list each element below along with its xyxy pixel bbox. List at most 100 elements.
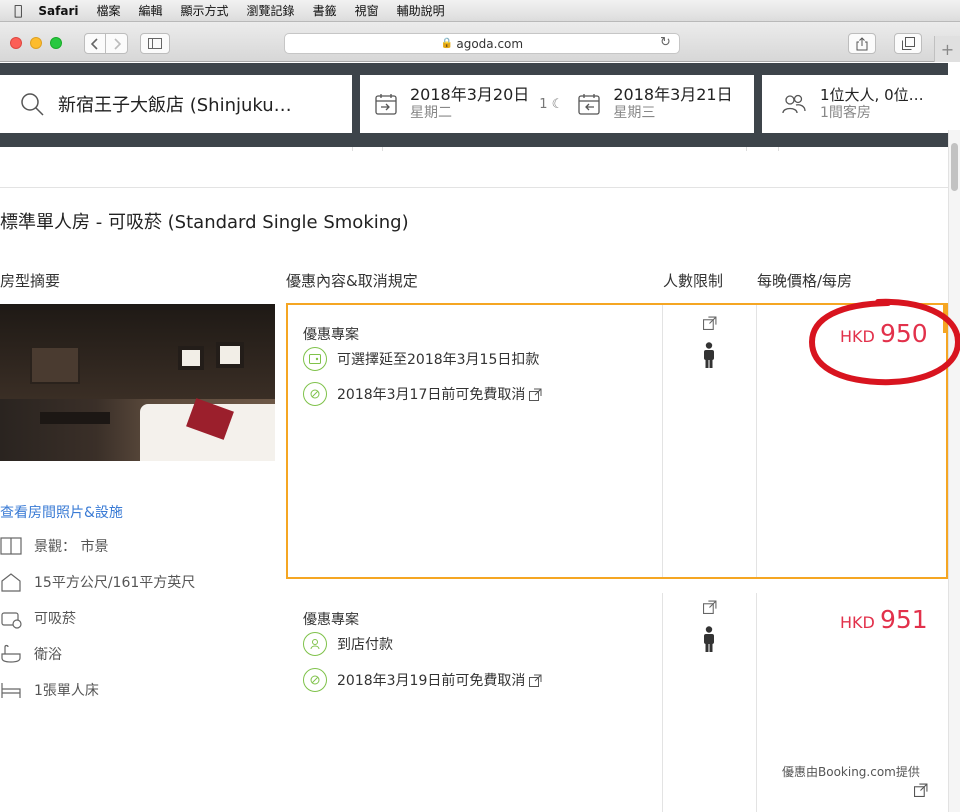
amenity-view-label: 景觀： 市景: [34, 539, 109, 555]
checkout-day: 星期三: [613, 105, 656, 121]
guests-icon: [782, 94, 806, 114]
section-divider: [0, 187, 948, 188]
offer-2-title: 優惠專案: [303, 612, 359, 628]
annotation-circle: [808, 298, 960, 386]
back-button[interactable]: [84, 33, 106, 54]
amenity-size-label: 15平方公尺/161平方英尺: [34, 575, 196, 591]
offer-2-payment: 到店付款: [303, 632, 393, 656]
scrollbar-track[interactable]: [948, 130, 960, 812]
pay-at-hotel-icon: [303, 632, 327, 656]
close-window-button[interactable]: [10, 37, 22, 49]
smoking-icon: [1, 612, 22, 629]
show-tabs-button[interactable]: [894, 33, 922, 54]
reload-icon[interactable]: ↻: [660, 35, 671, 50]
offer-2-amount: 951: [879, 605, 928, 634]
sidebar-button[interactable]: [140, 33, 170, 54]
bed-icon: [1, 683, 21, 698]
guests-field[interactable]: 1位大人, 0位… 1間客房: [762, 75, 948, 133]
rooms-count: 1間客房: [820, 105, 871, 121]
column-divider: [756, 305, 757, 577]
column-room-summary: 房型摘要: [0, 272, 61, 290]
share-icon: [856, 36, 868, 50]
checkout-field[interactable]: 2018年3月21日 星期三: [577, 85, 733, 122]
tabs-icon: [901, 37, 915, 50]
chevron-right-icon: [113, 37, 121, 50]
free-cancel-icon: [303, 382, 327, 406]
menu-window[interactable]: 視窗: [355, 2, 379, 19]
plus-icon: +: [940, 39, 955, 59]
checkin-calendar-icon: [375, 94, 397, 115]
divider: [746, 147, 747, 151]
amenity-view: 景觀： 市景: [0, 535, 108, 557]
nights-count: 1 ☾: [539, 96, 564, 112]
menu-safari[interactable]: Safari: [38, 4, 78, 18]
photo-window: [30, 346, 80, 384]
search-icon: [21, 93, 44, 116]
photo-frame: [216, 342, 244, 368]
amenity-size: 15平方公尺/161平方英尺: [0, 571, 195, 593]
guests-count: 1位大人, 0位…: [820, 86, 924, 104]
menu-bar:  Safari 檔案 編輯 顯示方式 瀏覽記錄 書籤 視窗 輔助說明: [0, 0, 960, 22]
history-nav: [84, 33, 128, 54]
address-bar[interactable]: 🔒 agoda.com: [284, 33, 680, 54]
view-photos-link[interactable]: 查看房間照片&設施: [0, 502, 123, 522]
occupancy-info-icon[interactable]: [703, 316, 717, 330]
zoom-window-button[interactable]: [50, 37, 62, 49]
menu-bookmarks[interactable]: 書籤: [313, 2, 337, 19]
apple-icon[interactable]: : [14, 3, 22, 19]
external-link-icon[interactable]: [529, 388, 542, 401]
column-offers: 優惠內容&取消規定: [286, 272, 418, 290]
menu-file[interactable]: 檔案: [97, 2, 121, 19]
offer-1-payment-text: 可選擇延至2018年3月15日扣款: [337, 352, 540, 368]
search-header: 新宿王子大飯店 (Shinjuku… 2018年3月20日 星期二 1 ☾ 20…: [0, 63, 948, 147]
amenity-smoking: 可吸菸: [0, 607, 76, 629]
forward-button[interactable]: [106, 33, 128, 54]
photo-desk: [40, 412, 110, 424]
free-cancel-icon: [303, 668, 327, 692]
photo-frame: [178, 346, 204, 370]
share-button[interactable]: [848, 33, 876, 54]
menu-edit[interactable]: 編輯: [139, 2, 163, 19]
room-title: 標準單人房 - 可吸菸 (Standard Single Smoking): [0, 212, 409, 233]
offer-2-payment-text: 到店付款: [337, 637, 393, 653]
menu-history[interactable]: 瀏覽記錄: [247, 2, 295, 19]
date-range-field[interactable]: 2018年3月20日 星期二 1 ☾ 2018年3月21日 星期三: [360, 75, 754, 133]
offer-1-cancellation: 2018年3月17日前可免費取消: [303, 382, 542, 406]
destination-field[interactable]: 新宿王子大飯店 (Shinjuku…: [0, 75, 352, 133]
window-controls: [10, 37, 62, 49]
menu-view[interactable]: 顯示方式: [181, 2, 229, 19]
browser-toolbar: 🔒 agoda.com ↻: [0, 22, 960, 62]
column-divider: [662, 593, 663, 812]
sidebar-icon: [148, 38, 162, 49]
occupancy-info-icon[interactable]: [703, 600, 717, 614]
column-price: 每晚價格/每房: [757, 272, 853, 290]
offer-provider-note: 優惠由Booking.com提供: [782, 765, 920, 779]
room-photo[interactable]: [0, 304, 275, 461]
chevron-left-icon: [91, 37, 98, 50]
checkout-date: 2018年3月21日: [613, 85, 733, 104]
scrollbar-thumb[interactable]: [951, 143, 958, 191]
column-divider: [662, 305, 663, 577]
external-link-icon[interactable]: [914, 783, 928, 797]
offer-1-title: 優惠專案: [303, 327, 359, 343]
wallet-icon: [303, 347, 327, 371]
amenity-bathroom: 衛浴: [0, 643, 62, 665]
offer-2-price: HKD 951: [840, 605, 928, 634]
person-icon: [704, 626, 714, 652]
checkin-field[interactable]: 2018年3月20日 星期二: [360, 86, 529, 122]
new-tab-button[interactable]: +: [934, 36, 960, 62]
offer-2-cancellation-text: 2018年3月19日前可免費取消: [337, 673, 526, 689]
divider: [778, 147, 779, 151]
menu-help[interactable]: 輔助說明: [397, 2, 445, 19]
offer-1-cancellation-text: 2018年3月17日前可免費取消: [337, 387, 526, 403]
checkout-calendar-icon: [578, 94, 600, 115]
checkin-day: 星期二: [410, 105, 452, 121]
divider: [382, 147, 383, 151]
minimize-window-button[interactable]: [30, 37, 42, 49]
checkin-date: 2018年3月20日: [410, 85, 530, 104]
column-occupancy: 人數限制: [663, 272, 724, 290]
amenity-bed: 1張單人床: [0, 679, 99, 701]
external-link-icon[interactable]: [529, 674, 542, 687]
destination-text: 新宿王子大飯店 (Shinjuku…: [58, 95, 292, 116]
offer-2-currency: HKD: [840, 613, 875, 632]
